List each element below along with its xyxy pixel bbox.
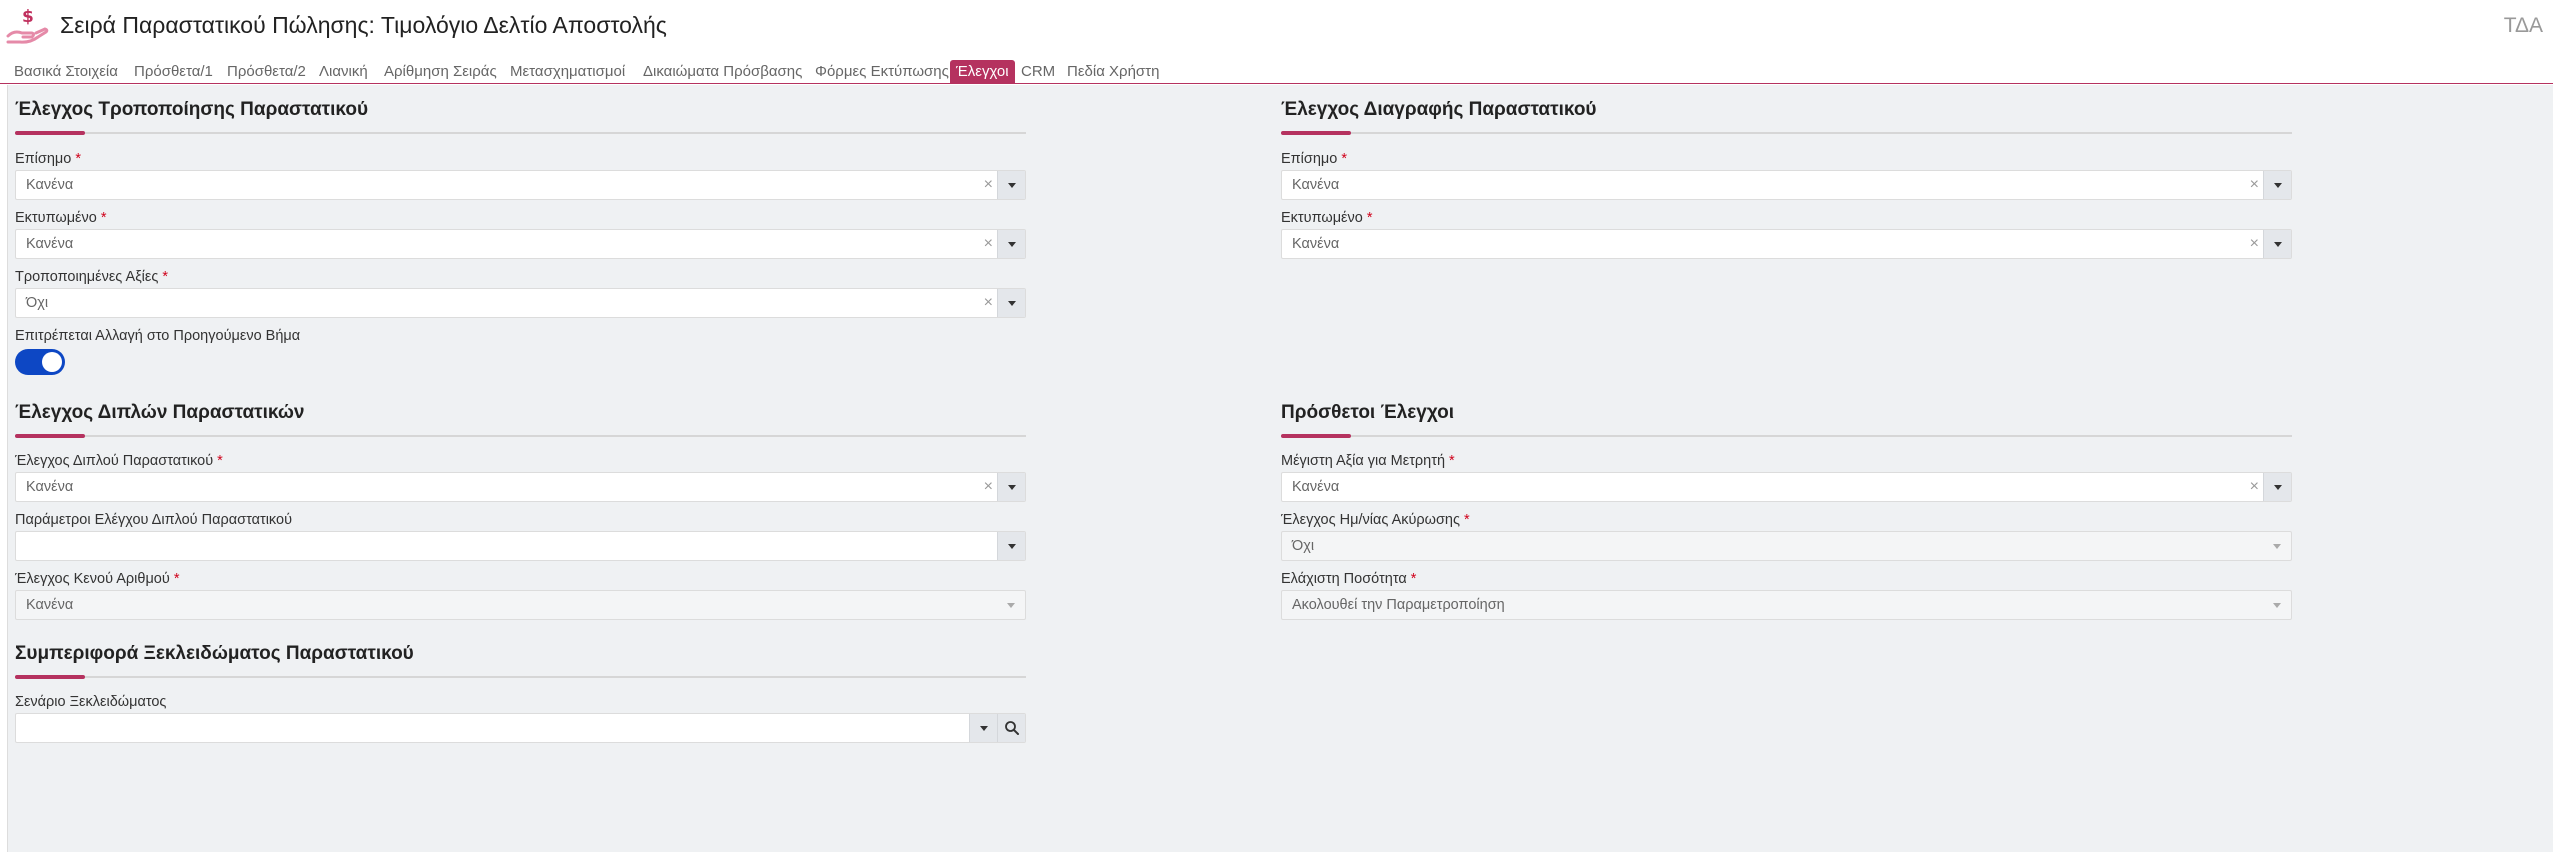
user-initials[interactable]: ΤΔΑ <box>2504 14 2543 38</box>
tab-crm[interactable]: CRM <box>1017 60 1059 84</box>
chevron-down-icon[interactable] <box>997 289 1025 317</box>
section-accent <box>15 434 85 438</box>
field-label: Επίσημο * <box>1281 151 1347 167</box>
chevron-down-icon[interactable] <box>997 171 1025 199</box>
chevron-down-icon <box>2263 532 2291 560</box>
field-label: Έλεγχος Ημ/νίας Ακύρωσης * <box>1281 512 1470 528</box>
header: $ Σειρά Παραστατικού Πώλησης: Τιμολόγιο … <box>0 0 2553 52</box>
field-label: Έλεγχος Διπλού Παραστατικού * <box>15 453 223 469</box>
dup-check-select[interactable]: Κανένα × <box>15 472 1026 502</box>
tab-bar: Βασικά Στοιχεία Πρόσθετα/1 Πρόσθετα/2 Λι… <box>0 57 2553 84</box>
select-value: Κανένα <box>26 236 74 252</box>
section-divider <box>15 676 1026 678</box>
section-accent <box>1281 434 1351 438</box>
page-title: Σειρά Παραστατικού Πώλησης: Τιμολόγιο Δε… <box>60 12 667 38</box>
select-value: Κανένα <box>26 597 74 613</box>
clear-icon[interactable]: × <box>984 473 993 501</box>
tab-print-forms[interactable]: Φόρμες Εκτύπωσης <box>811 60 953 84</box>
tab-transformations[interactable]: Μετασχηματισμοί <box>506 60 629 84</box>
clear-icon[interactable]: × <box>984 230 993 258</box>
select-value: Κανένα <box>1292 177 1340 193</box>
chevron-down-icon[interactable] <box>997 532 1025 560</box>
section-divider <box>1281 132 2292 134</box>
section-title-delete: Έλεγχος Διαγραφής Παραστατικού <box>1281 99 1597 120</box>
field-label: Επίσημο * <box>15 151 81 167</box>
tab-access-rights[interactable]: Δικαιώματα Πρόσβασης <box>639 60 806 84</box>
min-qty-select: Ακολουθεί την Παραμετροποίηση <box>1281 590 2292 620</box>
section-accent <box>15 131 85 135</box>
chevron-down-icon[interactable] <box>2263 473 2291 501</box>
modified-values-select[interactable]: Όχι × <box>15 288 1026 318</box>
empty-number-select: Κανένα <box>15 590 1026 620</box>
chevron-down-icon <box>2263 591 2291 619</box>
tab-extra-1[interactable]: Πρόσθετα/1 <box>130 60 217 84</box>
tab-user-fields[interactable]: Πεδία Χρήστη <box>1063 60 1163 84</box>
unlock-scenario-select[interactable] <box>15 713 1026 743</box>
section-divider <box>15 132 1026 134</box>
select-value: Κανένα <box>26 479 74 495</box>
modify-printed-select[interactable]: Κανένα × <box>15 229 1026 259</box>
select-value: Κανένα <box>1292 479 1340 495</box>
search-icon[interactable] <box>997 714 1025 742</box>
section-title-duplicates: Έλεγχος Διπλών Παραστατικών <box>15 402 305 423</box>
section-title-unlock: Συμπεριφορά Ξεκλειδώματος Παραστατικού <box>15 643 414 664</box>
field-label: Σενάριο Ξεκλειδώματος <box>15 694 167 710</box>
field-label: Μέγιστη Αξία για Μετρητή * <box>1281 453 1455 469</box>
section-accent <box>15 675 85 679</box>
delete-printed-select[interactable]: Κανένα × <box>1281 229 2292 259</box>
chevron-down-icon[interactable] <box>997 473 1025 501</box>
select-value: Κανένα <box>1292 236 1340 252</box>
section-accent <box>1281 131 1351 135</box>
field-label: Εκτυπωμένο * <box>1281 210 1373 226</box>
tab-extra-2[interactable]: Πρόσθετα/2 <box>223 60 310 84</box>
select-value: Ακολουθεί την Παραμετροποίηση <box>1292 597 1505 613</box>
field-label: Έλεγχος Κενού Αριθμού * <box>15 571 180 587</box>
section-divider <box>1281 435 2292 437</box>
section-divider <box>15 435 1026 437</box>
chevron-down-icon[interactable] <box>997 230 1025 258</box>
section-title-extra: Πρόσθετοι Έλεγχοι <box>1281 402 1454 423</box>
field-label: Τροποποιημένες Αξίες * <box>15 269 169 285</box>
clear-icon[interactable]: × <box>984 171 993 199</box>
section-title-modify: Έλεγχος Τροποποίησης Παραστατικού <box>15 99 369 120</box>
chevron-down-icon[interactable] <box>2263 171 2291 199</box>
tab-checks[interactable]: Έλεγχοι <box>950 60 1015 84</box>
allow-prev-step-toggle[interactable] <box>15 349 65 375</box>
field-label: Επιτρέπεται Αλλαγή στο Προηγούμενο Βήμα <box>15 328 301 344</box>
tab-basic[interactable]: Βασικά Στοιχεία <box>10 60 122 84</box>
chevron-down-icon[interactable] <box>969 714 997 742</box>
clear-icon[interactable]: × <box>984 289 993 317</box>
select-value: Κανένα <box>26 177 74 193</box>
tab-retail[interactable]: Λιανική <box>315 60 372 84</box>
clear-icon[interactable]: × <box>2250 171 2259 199</box>
tab-series-numbering[interactable]: Αρίθμηση Σειράς <box>380 60 501 84</box>
field-label: Ελάχιστη Ποσότητα * <box>1281 571 1417 587</box>
select-value: Όχι <box>1292 538 1315 554</box>
modify-official-select[interactable]: Κανένα × <box>15 170 1026 200</box>
select-value: Όχι <box>26 295 49 311</box>
svg-text:$: $ <box>22 7 34 27</box>
clear-icon[interactable]: × <box>2250 473 2259 501</box>
form-content: Έλεγχος Τροποποίησης Παραστατικού Επίσημ… <box>7 85 2553 852</box>
field-label: Παράμετροι Ελέγχου Διπλού Παραστατικού <box>15 512 292 528</box>
money-hand-icon: $ <box>6 7 49 44</box>
clear-icon[interactable]: × <box>2250 230 2259 258</box>
chevron-down-icon[interactable] <box>2263 230 2291 258</box>
chevron-down-icon <box>997 591 1025 619</box>
field-label: Εκτυπωμένο * <box>15 210 107 226</box>
max-counter-select[interactable]: Κανένα × <box>1281 472 2292 502</box>
dup-params-select[interactable] <box>15 531 1026 561</box>
cancel-date-select: Όχι <box>1281 531 2292 561</box>
delete-official-select[interactable]: Κανένα × <box>1281 170 2292 200</box>
